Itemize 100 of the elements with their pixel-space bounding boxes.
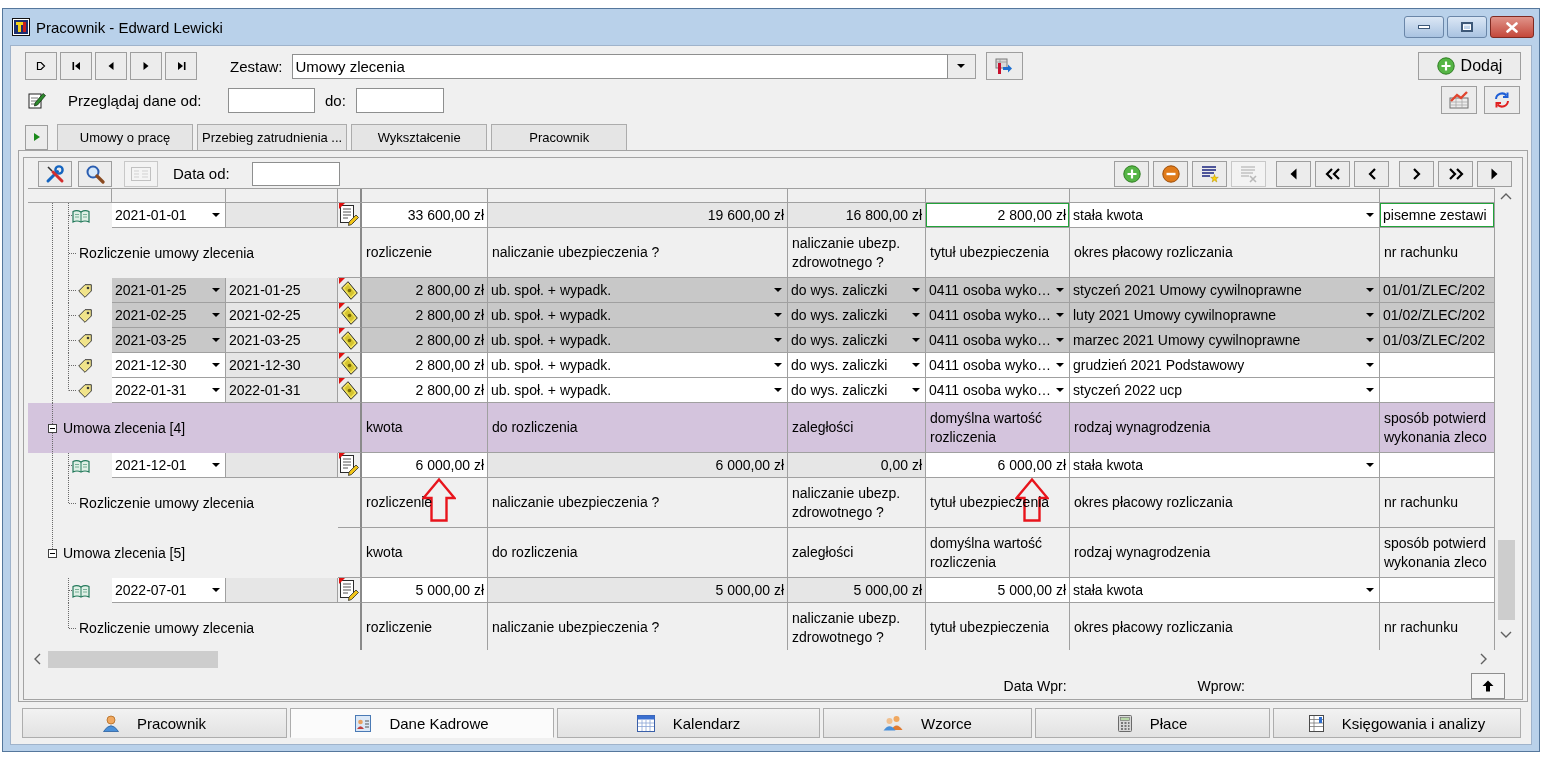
caret-icon: [1056, 338, 1064, 342]
document-pen-icon: [339, 454, 359, 476]
column-label: okres płacowy rozliczania: [1070, 603, 1380, 650]
scroll-top-button[interactable]: [1471, 673, 1505, 699]
forward-button[interactable]: [1399, 160, 1434, 187]
settlement-row[interactable]: 2021-01-25 2021-01-25 2 800,00 zł ub. społ. + wypadk. do wys. zaliczki 0411 osoba wyko… styczeń 2021 Umowy cywilnoprawne 01/01/ZLEC/202: [112, 278, 1495, 303]
amount-cell: 0,00 zł: [788, 453, 926, 478]
report-button[interactable]: [1441, 86, 1477, 114]
refresh-button[interactable]: [1484, 86, 1520, 114]
expand-tabs-button[interactable]: [25, 124, 48, 150]
document-pen-icon: [339, 579, 359, 601]
column-label: okres płacowy rozliczania: [1070, 478, 1380, 528]
transfer-button[interactable]: [985, 52, 1023, 80]
date-cell: 2022-01-31: [226, 378, 338, 403]
first-button[interactable]: [1276, 160, 1311, 187]
banknote-icon: [340, 280, 358, 300]
amount-field[interactable]: 6 000,00 zł: [362, 453, 488, 478]
column-label: naliczanie ubezp. zdrowotnego ?: [788, 478, 926, 528]
tab[interactable]: Umowy o pracę: [57, 124, 193, 150]
module-tab[interactable]: Kalendarz: [557, 708, 820, 738]
module-tab[interactable]: Płace: [1035, 708, 1270, 738]
column-label: nr rachunku: [1380, 478, 1495, 528]
caret-icon: [774, 288, 782, 292]
section-label: Rozliczenie umowy zlecenia: [79, 245, 255, 261]
input-field[interactable]: [1380, 578, 1495, 603]
caret-icon: [912, 288, 920, 292]
play-button[interactable]: [25, 52, 57, 80]
date-dropdown[interactable]: 2022-07-01: [112, 578, 226, 603]
next-record-button[interactable]: [130, 52, 162, 80]
maximize-button[interactable]: [1447, 16, 1487, 38]
date-dropdown[interactable]: 2021-12-01: [112, 453, 226, 478]
previous-record-button[interactable]: [95, 52, 127, 80]
amount-field[interactable]: 5 000,00 zł: [362, 578, 488, 603]
collapse-icon[interactable]: [48, 423, 57, 433]
amount-field[interactable]: 5 000,00 zł: [926, 578, 1070, 603]
search-button[interactable]: [78, 160, 112, 187]
tab[interactable]: Wykształcenie: [351, 124, 488, 150]
note-marker-icon: [339, 278, 345, 284]
module-tab[interactable]: Wzorce: [823, 708, 1032, 738]
input-field[interactable]: [1380, 453, 1495, 478]
scrollbar-thumb[interactable]: [1497, 540, 1515, 620]
date-to-field[interactable]: [355, 87, 444, 113]
caret-icon: [774, 388, 782, 392]
chevron-right-icon[interactable]: [1480, 653, 1487, 665]
add-button[interactable]: Dodaj: [1418, 52, 1521, 80]
caret-icon: [774, 313, 782, 317]
date-range-label: Przeglądaj dane od:: [68, 91, 202, 109]
module-tab[interactable]: Pracownik: [22, 708, 287, 738]
calculator-icon: [1117, 714, 1132, 732]
page-back-button[interactable]: [1315, 160, 1350, 187]
settlement-row[interactable]: 2022-01-31 2022-01-31 2 800,00 zł ub. społ. + wypadk. do wys. zaliczki 0411 osoba wyko… styczeń 2022 ucp: [112, 378, 1495, 403]
dropdown-field[interactable]: stała kwota: [1070, 578, 1380, 603]
remove-row-button[interactable]: [1153, 160, 1188, 187]
plus-circle-icon: [1122, 164, 1141, 183]
last-button[interactable]: [1477, 160, 1512, 187]
dropdown-button[interactable]: [947, 53, 976, 79]
input-field[interactable]: pisemne zestawi: [1380, 203, 1495, 228]
collapse-icon[interactable]: [48, 548, 57, 558]
tab[interactable]: Pracownik: [491, 124, 628, 150]
close-button[interactable]: [1490, 16, 1534, 38]
set-combobox[interactable]: Umowy zlecenia: [291, 53, 948, 79]
tag-icon: [78, 308, 92, 323]
minimize-icon: [1418, 25, 1430, 29]
amount-field[interactable]: 33 600,00 zł: [362, 203, 488, 228]
chevron-up-icon[interactable]: [1500, 193, 1512, 200]
group-header-row[interactable]: Umowa zlecenia [4] kwota do rozliczenia zaległości domyślna wartość rozliczenia rodzaj wynagrodzenia sposób potwierd wykonania zleco: [28, 403, 1495, 453]
dropdown-field[interactable]: stała kwota: [1070, 453, 1380, 478]
date-from-field[interactable]: [251, 161, 340, 186]
settlement-row[interactable]: 2021-12-30 2021-12-30 2 800,00 zł ub. społ. + wypadk. do wys. zaliczki 0411 osoba wyko… grudzień 2021 Podstawowy: [112, 353, 1495, 378]
module-tab[interactable]: Księgowania i analizy: [1273, 708, 1521, 738]
chevron-left-icon[interactable]: [34, 653, 41, 665]
mark-list-button[interactable]: [1192, 160, 1227, 187]
double-chevron-left-icon: [1324, 167, 1341, 180]
tag-icon: [78, 333, 92, 348]
date-dropdown[interactable]: 2021-01-01: [112, 203, 226, 228]
amount-field[interactable]: 6 000,00 zł: [926, 453, 1070, 478]
tools-button[interactable]: [38, 160, 72, 187]
scrollbar-thumb[interactable]: [48, 650, 218, 668]
page-forward-button[interactable]: [1438, 160, 1473, 187]
caret-icon: [1366, 213, 1374, 217]
caret-icon: [1366, 388, 1374, 392]
add-row-button[interactable]: [1114, 160, 1149, 187]
tab[interactable]: Przebieg zatrudnienia ...: [197, 124, 348, 150]
settlement-row[interactable]: 2021-03-25 2021-03-25 2 800,00 zł ub. społ. + wypadk. do wys. zaliczki 0411 osoba wyko… marzec 2021 Umowy cywilnoprawne 01/03/ZLEC/202: [112, 328, 1495, 353]
chevron-down-icon[interactable]: [1500, 631, 1512, 638]
settlement-row[interactable]: 2021-02-25 2021-02-25 2 800,00 zł ub. społ. + wypadk. do wys. zaliczki 0411 osoba wyko… luty 2021 Umowy cywilnoprawne 01/02/ZLEC/202: [112, 303, 1495, 328]
dropdown-field[interactable]: stała kwota: [1070, 203, 1380, 228]
next-icon: [143, 61, 149, 71]
chevron-left-icon: [1367, 167, 1376, 180]
tag-icon: [78, 283, 92, 298]
module-tab[interactable]: Dane Kadrowe: [290, 708, 554, 738]
last-record-button[interactable]: [165, 52, 197, 80]
tag-icon: [78, 358, 92, 373]
minimize-button[interactable]: [1404, 16, 1444, 38]
caret-icon: [1056, 313, 1064, 317]
back-button[interactable]: [1354, 160, 1389, 187]
amount-field[interactable]: 2 800,00 zł: [926, 203, 1070, 228]
date-from-field[interactable]: [228, 87, 315, 113]
first-record-button[interactable]: [60, 52, 92, 80]
note-marker-icon: [339, 578, 345, 584]
